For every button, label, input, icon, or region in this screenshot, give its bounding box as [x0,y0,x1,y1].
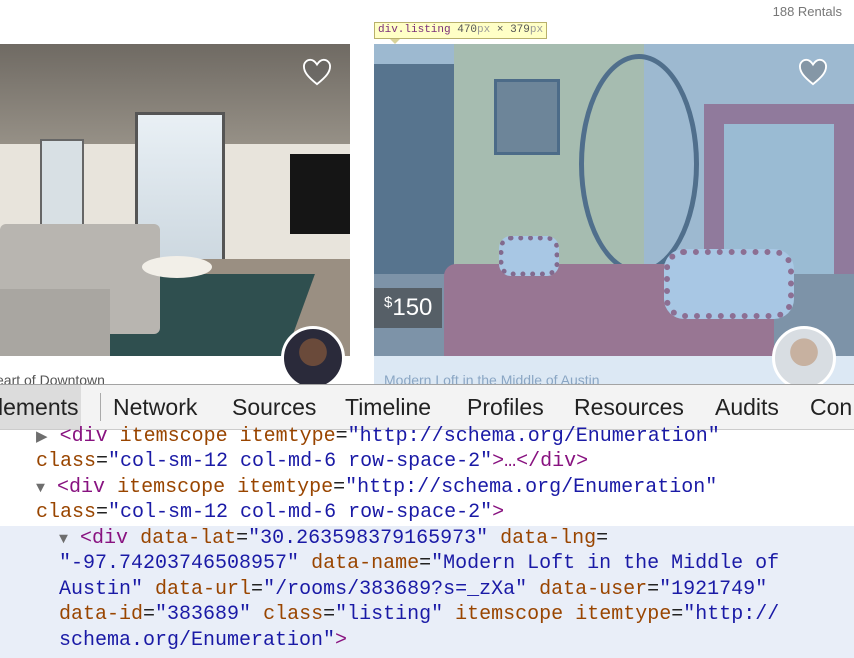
tooltip-width: 470 [457,24,478,36]
dom-node-selected-cont[interactable]: schema.org/Enumeration"> [59,628,347,654]
dom-node-selected-cont[interactable]: data-id="383689" class="listing" itemsco… [59,602,779,628]
tooltip-height: 379 [510,24,530,36]
tab-timeline[interactable]: Timeline [343,385,433,429]
element-inspect-tooltip: div.listing 470px × 379px [374,22,548,39]
price-value: 150 [392,294,433,321]
listings-page: 188 Rentals div.listing 470px × 379px ea… [0,0,854,384]
listing-photo[interactable] [0,44,350,356]
listing-title[interactable]: Modern Loft in the Middle of Austin [384,372,600,384]
host-avatar[interactable] [281,326,345,384]
dom-node-selected-cont[interactable]: "-97.74203746508957" data-name="Modern L… [59,551,779,577]
collapse-triangle-icon[interactable]: ▼ [36,480,45,497]
expand-triangle-icon[interactable]: ▶ [36,429,48,446]
listing-photo[interactable]: $150 [374,44,854,356]
dom-node-expanded[interactable]: ▼ <div itemscope itemtype="http://schema… [36,475,717,502]
rentals-count: 188 Rentals [772,4,842,19]
listing-title[interactable]: eart of Downtown [0,372,105,384]
inspect-highlight-overlay [374,44,854,356]
tooltip-selector: div.listing [378,24,451,36]
listing-card[interactable]: eart of Downtown [0,44,350,384]
tab-separator [100,393,101,421]
heart-icon[interactable] [302,58,332,86]
dom-node-selected-cont[interactable]: Austin" data-url="/rooms/383689?s=_zXa" … [59,577,767,603]
tab-profiles[interactable]: Profiles [465,385,546,429]
tab-audits[interactable]: Audits [713,385,781,429]
dom-node-expanded-cont[interactable]: class="col-sm-12 col-md-6 row-space-2"> [36,500,504,526]
tab-elements[interactable]: lements [0,385,81,429]
tab-sources[interactable]: Sources [230,385,318,429]
dom-tree: ▶ <div itemscope itemtype="http://schema… [0,425,854,658]
collapse-triangle-icon[interactable]: ▼ [59,531,68,548]
price-tag: $150 [374,288,443,328]
dom-node-collapsed-cont[interactable]: class="col-sm-12 col-md-6 row-space-2">…… [36,449,588,475]
dom-node-collapsed[interactable]: ▶ <div itemscope itemtype="http://schema… [36,424,720,451]
dom-node-selected[interactable]: ▼ <div data-lat="30.263598379165973" dat… [59,526,608,553]
devtools-panel: lements Network Sources Timeline Profile… [0,384,854,658]
host-avatar[interactable] [772,326,836,384]
tab-resources[interactable]: Resources [572,385,686,429]
listing-card-highlighted[interactable]: $150 Modern Loft in the Middle of Austin [374,44,854,384]
tab-console[interactable]: Con [808,385,854,429]
heart-icon[interactable] [798,58,828,86]
lng-value: "-97.74203746508957" [59,552,300,575]
tab-network[interactable]: Network [111,385,199,429]
